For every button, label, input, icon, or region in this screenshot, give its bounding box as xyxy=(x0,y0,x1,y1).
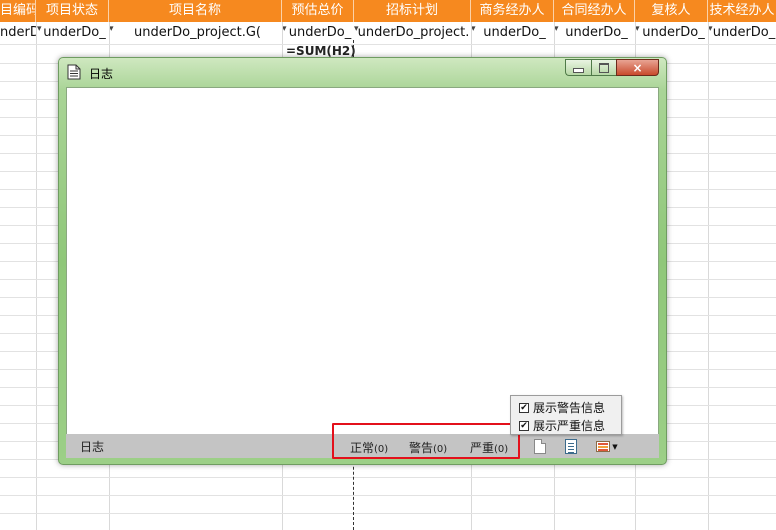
cell-business-handler[interactable]: underDo_ xyxy=(475,22,554,44)
maximize-button[interactable] xyxy=(591,59,616,76)
list-doc-icon xyxy=(565,439,577,454)
header-business-handler[interactable]: 商务经办人 xyxy=(471,0,554,22)
maximize-icon xyxy=(599,62,609,73)
cell-bid-plan[interactable]: underDo_project. xyxy=(356,22,471,44)
new-log-button[interactable] xyxy=(532,438,548,455)
menu-item-show-warnings[interactable]: ✔ 展示警告信息 xyxy=(519,399,605,416)
statusbar-label: 日志 xyxy=(80,440,105,454)
header-tech-handler[interactable]: 技术经办人 xyxy=(708,0,776,22)
log-statusbar: 日志 正常(0) 警告(0) 严重(0) ▼ xyxy=(66,423,659,459)
document-icon xyxy=(67,64,81,80)
grid-line xyxy=(0,477,776,478)
chevron-down-icon: ▼ xyxy=(612,442,618,451)
cell-tech-handler[interactable]: underDo_ xyxy=(712,22,776,44)
menu-item-label: 展示警告信息 xyxy=(533,401,606,415)
header-contract-handler[interactable]: 合同经办人 xyxy=(554,0,635,22)
header-bid-plan[interactable]: 招标计划 xyxy=(354,0,471,22)
menu-item-label: 展示严重信息 xyxy=(533,419,606,433)
cell-project-name[interactable]: underDo_project.G( xyxy=(113,22,282,44)
cell-project-status[interactable]: underDo_ xyxy=(40,22,109,44)
dropdown-marker-icon: ▾ xyxy=(37,24,42,34)
minimize-icon xyxy=(573,67,584,73)
close-button[interactable]: × xyxy=(616,59,659,76)
highlight-box xyxy=(332,423,520,459)
grid-line xyxy=(0,513,776,514)
header-project-status[interactable]: 项目状态 xyxy=(36,0,109,22)
filter-menu: ✔ 展示警告信息 ✔ 展示严重信息 xyxy=(510,395,622,435)
grid-line xyxy=(0,44,776,45)
list-log-button[interactable] xyxy=(563,438,579,455)
header-estimated-total[interactable]: 预估总价 xyxy=(282,0,354,22)
formula-text: =SUM(H2) xyxy=(286,44,356,58)
header-reviewer[interactable]: 复核人 xyxy=(635,0,708,22)
grid-menu-icon xyxy=(596,441,611,452)
cell-reviewer[interactable]: underDo_ xyxy=(639,22,708,44)
new-doc-icon xyxy=(534,439,546,454)
filter-menu-button[interactable]: ▼ xyxy=(593,438,621,455)
checkbox-checked-icon[interactable]: ✔ xyxy=(519,420,529,431)
cell-project-code[interactable]: nderD xyxy=(0,22,36,44)
caption-buttons: × xyxy=(565,59,659,77)
header-project-code[interactable]: 目编码 xyxy=(0,0,36,22)
minimize-button[interactable] xyxy=(565,59,591,76)
grid-line xyxy=(0,495,776,496)
log-window-titlebar[interactable]: 日志 × xyxy=(59,58,666,87)
header-row: 目编码 项目状态 项目名称 预估总价 招标计划 商务经办人 合同经办人 复核人 … xyxy=(0,0,776,22)
checkbox-checked-icon[interactable]: ✔ xyxy=(519,402,529,413)
close-icon: × xyxy=(632,60,643,75)
log-window-title: 日志 xyxy=(89,67,114,81)
log-content-area[interactable] xyxy=(66,87,659,435)
cell-estimated-total[interactable]: underDo_ xyxy=(286,22,354,44)
dropdown-marker-icon: ▾ xyxy=(354,24,359,34)
header-project-name[interactable]: 项目名称 xyxy=(109,0,282,22)
menu-item-show-severe[interactable]: ✔ 展示严重信息 xyxy=(519,417,605,434)
cell-contract-handler[interactable]: underDo_ xyxy=(558,22,635,44)
